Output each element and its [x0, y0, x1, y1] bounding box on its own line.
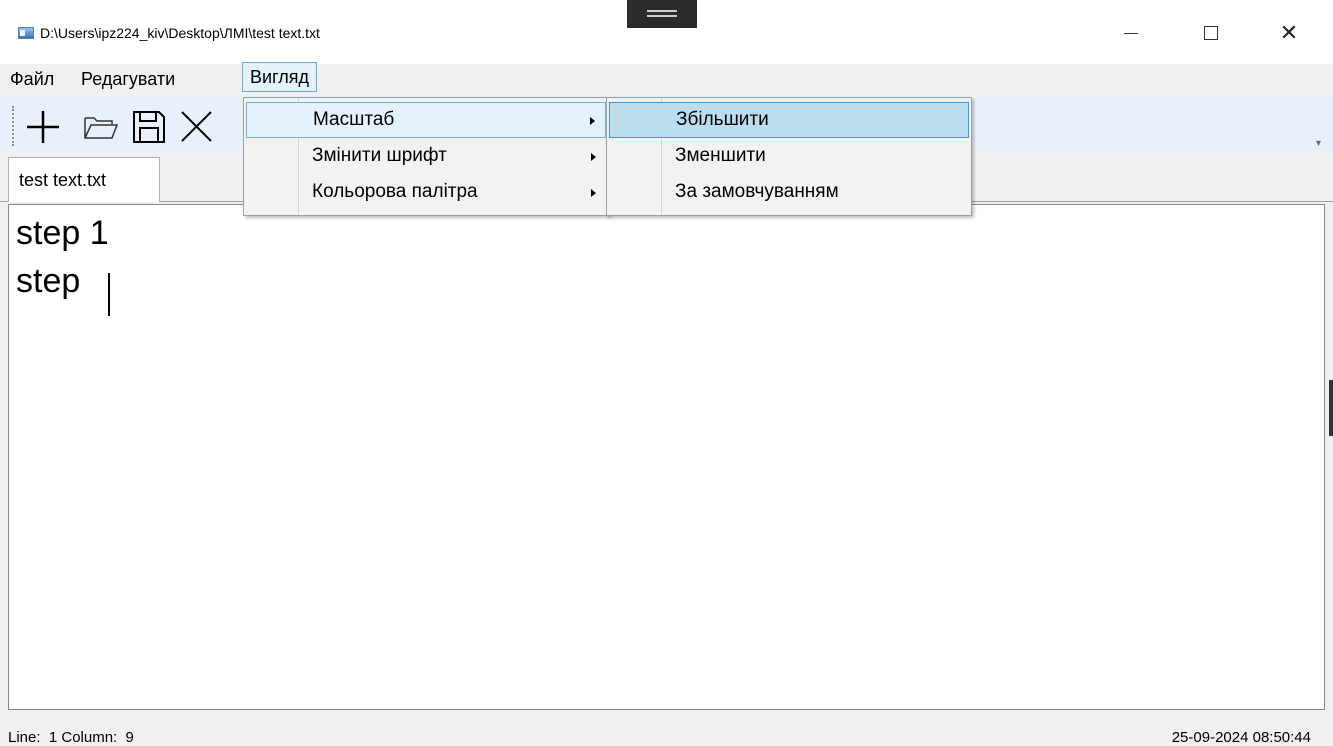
window-title: D:\Users\ipz224_kiv\Desktop\ЛМІ\test tex…: [40, 25, 320, 41]
folder-open-icon[interactable]: [82, 106, 120, 146]
menu-file[interactable]: Файл: [4, 64, 60, 94]
tab-test-text[interactable]: test text.txt: [8, 157, 160, 202]
text-caret: [108, 273, 110, 316]
maximize-button[interactable]: [1188, 12, 1234, 54]
close-icon[interactable]: [178, 106, 216, 146]
save-icon[interactable]: [130, 106, 168, 146]
submenu-arrow-icon: [591, 153, 596, 161]
cursor-position: Line: 1 Column: 9: [8, 729, 134, 746]
editor-line: step 1: [16, 214, 109, 252]
menu-item-color-palette[interactable]: Кольорова палітра: [246, 175, 606, 211]
close-icon: ✕: [1279, 20, 1299, 45]
minimize-button[interactable]: [1108, 12, 1154, 54]
submenu-arrow-icon: [590, 117, 595, 125]
status-bar: [0, 716, 1333, 746]
toolbar-grip[interactable]: [12, 106, 16, 146]
zoom-submenu: Збільшити Зменшити За замовчуванням: [606, 97, 972, 216]
menu-item-scale[interactable]: Масштаб: [246, 102, 606, 138]
drag-handle[interactable]: [627, 0, 697, 28]
window-edge-marker: [1329, 380, 1333, 436]
menu-item-label: Масштаб: [313, 109, 395, 130]
minimize-icon: [1124, 32, 1138, 34]
menu-view[interactable]: Вигляд: [242, 62, 317, 92]
menu-item-label: Збільшити: [676, 109, 769, 130]
menu-bar: [0, 64, 1333, 96]
toolbar-overflow-icon[interactable]: ▾: [1316, 138, 1321, 149]
close-window-button[interactable]: ✕: [1266, 12, 1312, 54]
maximize-icon: [1204, 26, 1218, 40]
menu-item-change-font[interactable]: Змінити шрифт: [246, 139, 606, 175]
menu-item-label: Зменшити: [675, 145, 766, 166]
menu-item-label: Кольорова палітра: [312, 181, 478, 202]
menu-item-label: За замовчуванням: [675, 181, 839, 202]
submenu-arrow-icon: [591, 189, 596, 197]
text-editor[interactable]: [8, 204, 1325, 710]
menu-item-zoom-default[interactable]: За замовчуванням: [609, 175, 969, 211]
menu-edit[interactable]: Редагувати: [75, 64, 181, 94]
editor-line: step: [16, 262, 90, 300]
status-datetime: 25-09-2024 08:50:44: [1171, 729, 1311, 746]
view-menu-dropdown: Масштаб Змінити шрифт Кольорова палітра: [243, 97, 609, 216]
menu-item-zoom-in[interactable]: Збільшити: [609, 102, 969, 138]
menu-item-label: Змінити шрифт: [312, 145, 447, 166]
plus-icon[interactable]: [24, 106, 62, 146]
app-icon: [18, 27, 34, 39]
menu-item-zoom-out[interactable]: Зменшити: [609, 139, 969, 175]
